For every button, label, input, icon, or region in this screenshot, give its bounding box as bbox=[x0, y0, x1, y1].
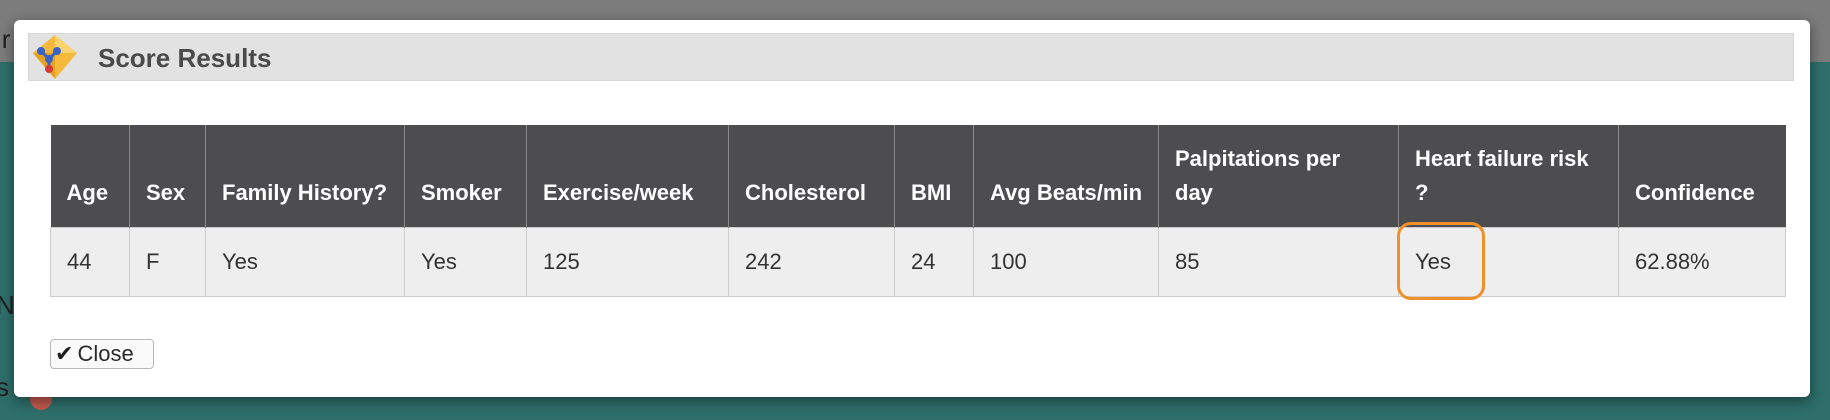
table-header-row: Age Sex Family History? Smoker Exercise/… bbox=[50, 125, 1786, 227]
column-header-age: Age bbox=[50, 125, 130, 227]
background-text-fragment: N bbox=[0, 290, 15, 320]
diamond-molecule-logo-icon bbox=[33, 35, 77, 79]
column-header-confidence: Confidence bbox=[1618, 125, 1786, 227]
column-header-heart-failure-risk: Heart failure risk ? bbox=[1398, 125, 1619, 227]
column-header-palpitations: Palpitations per day bbox=[1158, 125, 1399, 227]
background-text-fragment: ir bbox=[0, 24, 11, 54]
cell-smoker: Yes bbox=[404, 226, 527, 297]
dialog-title-bar: Score Results bbox=[28, 33, 1794, 81]
cell-avg-beats: 100 bbox=[973, 226, 1159, 297]
cell-heart-failure-risk: Yes bbox=[1397, 221, 1619, 300]
cell-exercise: 125 bbox=[526, 226, 729, 297]
cell-palpitations: 85 bbox=[1158, 226, 1399, 297]
cell-bmi: 24 bbox=[894, 226, 974, 297]
results-table: Age Sex Family History? Smoker Exercise/… bbox=[50, 125, 1786, 300]
background-text-fragment: s bbox=[0, 372, 9, 402]
column-header-avg-beats: Avg Beats/min bbox=[973, 125, 1159, 227]
cell-sex: F bbox=[129, 226, 206, 297]
column-header-family-history: Family History? bbox=[205, 125, 405, 227]
cell-family-history: Yes bbox=[205, 226, 405, 297]
checkmark-icon: ✔ bbox=[55, 341, 74, 366]
column-header-smoker: Smoker bbox=[404, 125, 527, 227]
dialog-title: Score Results bbox=[98, 43, 272, 73]
cell-age: 44 bbox=[50, 226, 130, 297]
column-header-sex: Sex bbox=[129, 125, 206, 227]
column-header-exercise: Exercise/week bbox=[526, 125, 729, 227]
score-results-dialog: Score Results Age Sex Family History? Sm… bbox=[14, 20, 1810, 397]
close-button[interactable]: ✔ Close bbox=[50, 339, 154, 369]
column-header-cholesterol: Cholesterol bbox=[728, 125, 895, 227]
cell-cholesterol: 242 bbox=[728, 226, 895, 297]
cell-confidence: 62.88% bbox=[1618, 226, 1786, 297]
close-button-label: Close bbox=[77, 341, 134, 366]
table-row: 44 F Yes Yes 125 242 24 100 85 Yes 62.88… bbox=[50, 221, 1786, 300]
highlighted-result-box bbox=[1397, 221, 1485, 300]
column-header-bmi: BMI bbox=[894, 125, 974, 227]
